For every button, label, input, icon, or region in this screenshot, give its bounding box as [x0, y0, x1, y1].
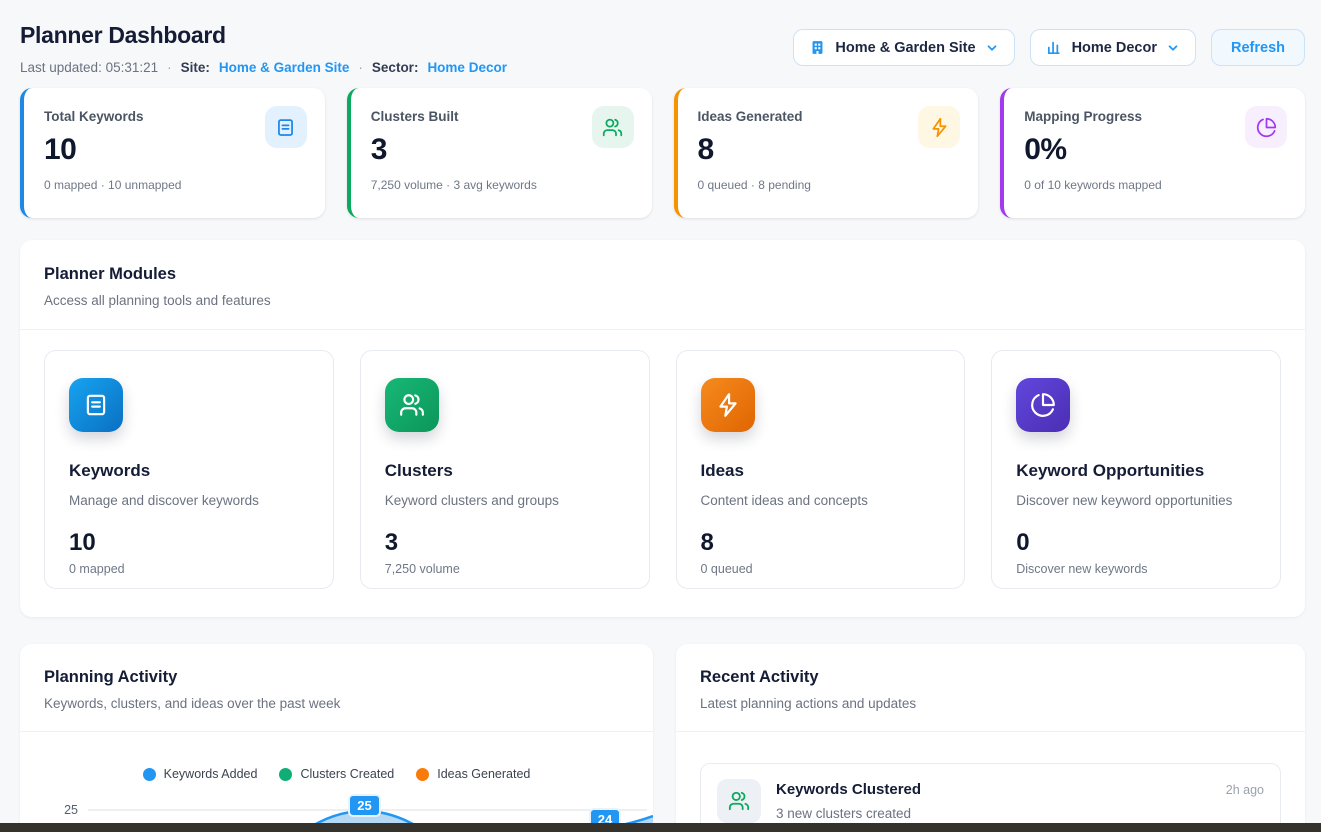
module-card-keyword-opportunities[interactable]: Keyword Opportunities Discover new keywo…: [991, 350, 1281, 589]
zap-icon: [918, 106, 960, 148]
sector-dropdown-label: Home Decor: [1072, 40, 1157, 56]
stats-row: Total Keywords 10 0 mapped · 10 unmapped…: [0, 75, 1321, 218]
activity-item-body: Keywords Clustered 3 new clusters create…: [776, 779, 1211, 821]
planner-modules-header: Planner Modules Access all planning tool…: [20, 240, 1305, 330]
planner-modules-panel: Planner Modules Access all planning tool…: [20, 240, 1305, 617]
recent-activity-card: Recent Activity Latest planning actions …: [676, 644, 1305, 832]
refresh-button-label: Refresh: [1231, 40, 1285, 56]
section-title: Recent Activity: [700, 668, 1281, 687]
svg-text:25: 25: [357, 798, 371, 813]
pie-icon: [1016, 378, 1070, 432]
recent-activity-header: Recent Activity Latest planning actions …: [676, 644, 1305, 732]
module-detail: Discover new keywords: [1016, 562, 1256, 576]
module-value: 3: [385, 529, 625, 557]
page-title: Planner Dashboard: [20, 22, 507, 49]
module-title: Keywords: [69, 461, 309, 481]
planner-dashboard-page: Planner Dashboard Last updated: 05:31:21…: [0, 0, 1321, 832]
sector-link[interactable]: Home Decor: [427, 60, 507, 75]
stat-detail: 0 of 10 keywords mapped: [1024, 178, 1285, 192]
stat-detail: 0 queued · 8 pending: [698, 178, 959, 192]
activity-item-timestamp: 2h ago: [1226, 779, 1264, 797]
stat-card-ideas-generated: Ideas Generated 8 0 queued · 8 pending: [674, 88, 979, 218]
zap-icon: [701, 378, 755, 432]
stat-detail: 7,250 volume · 3 avg keywords: [371, 178, 632, 192]
section-subtitle: Access all planning tools and features: [44, 293, 1281, 308]
y-axis-tick: 25: [64, 803, 78, 817]
module-card-keywords[interactable]: Keywords Manage and discover keywords 10…: [44, 350, 334, 589]
building-icon: [809, 39, 826, 56]
module-description: Manage and discover keywords: [69, 493, 309, 508]
page-header: Planner Dashboard Last updated: 05:31:21…: [0, 0, 1321, 75]
sector-label: Sector:: [372, 60, 419, 75]
module-description: Keyword clusters and groups: [385, 493, 625, 508]
module-description: Content ideas and concepts: [701, 493, 941, 508]
bottom-edge-bar: [0, 823, 1321, 832]
section-subtitle: Latest planning actions and updates: [700, 696, 1281, 711]
module-card-ideas[interactable]: Ideas Content ideas and concepts 8 0 que…: [676, 350, 966, 589]
document-icon: [69, 378, 123, 432]
refresh-button[interactable]: Refresh: [1211, 29, 1305, 66]
meta-separator: ·: [358, 60, 363, 75]
site-dropdown-label: Home & Garden Site: [835, 40, 975, 56]
planning-activity-card: Planning Activity Keywords, clusters, an…: [20, 644, 653, 832]
meta-separator: ·: [167, 60, 172, 75]
modules-grid: Keywords Manage and discover keywords 10…: [20, 330, 1305, 617]
site-link[interactable]: Home & Garden Site: [219, 60, 350, 75]
sector-dropdown[interactable]: Home Decor: [1030, 29, 1196, 66]
stat-card-clusters-built: Clusters Built 3 7,250 volume · 3 avg ke…: [347, 88, 652, 218]
module-detail: 7,250 volume: [385, 562, 625, 576]
last-updated-text: Last updated: 05:31:21: [20, 60, 158, 75]
pie-icon: [1245, 106, 1287, 148]
module-card-clusters[interactable]: Clusters Keyword clusters and groups 3 7…: [360, 350, 650, 589]
stat-card-total-keywords: Total Keywords 10 0 mapped · 10 unmapped: [20, 88, 325, 218]
module-value: 10: [69, 529, 309, 557]
section-title: Planning Activity: [44, 668, 629, 687]
chevron-down-icon: [1166, 41, 1180, 55]
module-title: Keyword Opportunities: [1016, 461, 1256, 481]
stat-detail: 0 mapped · 10 unmapped: [44, 178, 305, 192]
users-icon: [385, 378, 439, 432]
chevron-down-icon: [985, 41, 999, 55]
module-value: 8: [701, 529, 941, 557]
activity-item-description: 3 new clusters created: [776, 806, 1211, 821]
users-icon: [717, 779, 761, 823]
module-description: Discover new keyword opportunities: [1016, 493, 1256, 508]
section-subtitle: Keywords, clusters, and ideas over the p…: [44, 696, 629, 711]
bottom-row: Planning Activity Keywords, clusters, an…: [20, 644, 1305, 832]
module-detail: 0 mapped: [69, 562, 309, 576]
planning-activity-header: Planning Activity Keywords, clusters, an…: [20, 644, 653, 732]
breadcrumb-meta: Last updated: 05:31:21 · Site: Home & Ga…: [20, 60, 507, 75]
data-point-label-peak: 25: [349, 795, 380, 816]
module-value: 0: [1016, 529, 1256, 557]
site-label: Site:: [181, 60, 210, 75]
site-dropdown[interactable]: Home & Garden Site: [793, 29, 1014, 66]
document-icon: [265, 106, 307, 148]
module-title: Clusters: [385, 461, 625, 481]
stat-card-mapping-progress: Mapping Progress 0% 0 of 10 keywords map…: [1000, 88, 1305, 218]
activity-list-item: Keywords Clustered 3 new clusters create…: [700, 763, 1281, 832]
header-toolbar: Home & Garden Site Home Decor Refresh: [793, 29, 1305, 66]
bar-chart-icon: [1046, 39, 1063, 56]
section-title: Planner Modules: [44, 265, 1281, 284]
header-left: Planner Dashboard Last updated: 05:31:21…: [20, 20, 507, 75]
module-detail: 0 queued: [701, 562, 941, 576]
activity-item-title: Keywords Clustered: [776, 781, 1211, 798]
users-icon: [592, 106, 634, 148]
module-title: Ideas: [701, 461, 941, 481]
